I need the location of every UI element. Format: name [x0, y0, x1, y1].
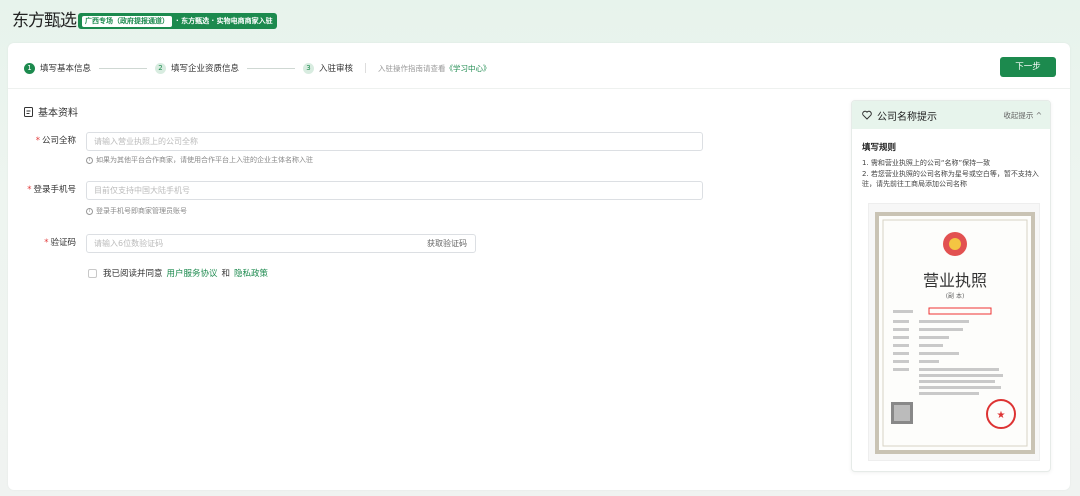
phone-hint: i 登录手机号即商家管理员账号 [86, 206, 187, 216]
phone-placeholder: 目前仅支持中国大陆手机号 [94, 186, 190, 195]
step-indicator: 1 填写基本信息 2 填写企业资质信息 3 入驻审核 入驻操作指南请查看《学习中… [24, 61, 491, 75]
main-panel: 1 填写基本信息 2 填写企业资质信息 3 入驻审核 入驻操作指南请查看《学习中… [8, 43, 1070, 490]
top-bar: 东方甄选 广西专场（政府提报通道） · 东方甄选 · 实物电商商家入驻 [0, 0, 1080, 40]
company-hint: i 如果为其他平台合作商家，请使用合作平台上入驻的企业主体名称入驻 [86, 155, 313, 165]
step-1: 1 填写基本信息 [24, 62, 91, 74]
tip-header: 公司名称提示 收起提示 ^ [852, 101, 1050, 129]
svg-text:★: ★ [997, 410, 1006, 421]
company-name-input[interactable]: 请输入营业执照上的公司全称 [86, 132, 703, 151]
step-label: 填写企业资质信息 [171, 64, 240, 74]
required-mark: * [44, 238, 49, 248]
step-connector [247, 67, 296, 69]
info-icon: i [86, 156, 93, 164]
guide-prefix: 入驻操作指南请查看 [378, 63, 446, 73]
info-icon: i [86, 207, 93, 215]
company-label-text: 公司全称 [41, 136, 76, 146]
logo: 东方甄选 [12, 6, 78, 34]
tip-title: 公司名称提示 [877, 111, 937, 123]
verification-code-input[interactable]: 请输入6位数验证码 获取验证码 [86, 234, 476, 253]
agreement-prefix: 我已阅读并同意 [103, 269, 163, 279]
agreement-and: 和 [221, 269, 231, 279]
required-mark: * [35, 136, 40, 146]
license-subtitle: (副 本) [946, 292, 965, 300]
document-icon [24, 106, 33, 117]
collapse-tip-button[interactable]: 收起提示 ^ [1003, 110, 1042, 121]
section-title-text: 基本资料 [38, 108, 78, 119]
privacy-policy-link[interactable]: 隐私政策 [234, 267, 268, 279]
step-label: 填写基本信息 [40, 64, 92, 74]
agreement-row: 我已阅读并同意 用户服务协议 和 隐私政策 [88, 267, 272, 279]
header-divider [8, 88, 1070, 89]
company-label: * 公司全称 [8, 132, 76, 151]
rules-title: 填写规则 [862, 143, 897, 153]
step-connector [99, 67, 148, 69]
step-3: 3 入驻审核 [303, 62, 353, 74]
step-number: 1 [24, 62, 35, 74]
required-mark: * [27, 185, 32, 195]
badge-text: · 东方甄选 · 实物电商商家入驻 [176, 17, 273, 25]
step-number: 2 [155, 62, 167, 74]
code-label: * 验证码 [8, 234, 76, 253]
divider [365, 63, 367, 73]
phone-label-text: 登录手机号 [33, 185, 76, 195]
next-step-button[interactable]: 下一步 [1000, 57, 1056, 77]
logo-text: 东方甄选 [12, 11, 77, 31]
step-2: 2 填写企业资质信息 [155, 62, 239, 74]
section-title: 基本资料 [24, 104, 78, 119]
phone-input[interactable]: 目前仅支持中国大陆手机号 [86, 181, 703, 200]
step-number: 3 [303, 62, 315, 74]
guide-text: 入驻操作指南请查看《学习中心》 [378, 63, 491, 74]
rule-1: 1. 需和营业执照上的公司“名称”保持一致 [862, 159, 991, 167]
license-illustration: 营业执照 (副 本) ★ [875, 212, 1035, 454]
code-placeholder: 请输入6位数验证码 [94, 239, 164, 248]
rule-2: 2. 若您营业执照的公司名称为星号或空白等，暂不支持入驻，请先前往工商局添加公司… [862, 170, 1039, 188]
company-placeholder: 请输入营业执照上的公司全称 [94, 137, 198, 146]
phone-label: * 登录手机号 [8, 181, 76, 200]
step-label: 入驻审核 [319, 64, 354, 74]
heart-shield-icon [862, 110, 872, 120]
phone-hint-text: 登录手机号即商家管理员账号 [96, 207, 187, 215]
license-title: 营业执照 [923, 271, 987, 290]
agreement-checkbox[interactable] [88, 268, 97, 278]
user-agreement-link[interactable]: 用户服务协议 [167, 267, 218, 279]
badge-chip: 广西专场（政府提报通道） [82, 15, 172, 27]
get-code-button[interactable]: 获取验证码 [427, 235, 467, 252]
learning-center-link[interactable]: 《学习中心》 [446, 64, 491, 73]
company-hint-text: 如果为其他平台合作商家，请使用合作平台上入驻的企业主体名称入驻 [96, 156, 313, 164]
channel-badge: 广西专场（政府提报通道） · 东方甄选 · 实物电商商家入驻 [78, 13, 277, 29]
license-sample-image: 营业执照 (副 本) ★ [868, 203, 1040, 461]
code-label-text: 验证码 [50, 238, 76, 248]
company-name-tip-card: 公司名称提示 收起提示 ^ 填写规则 1. 需和营业执照上的公司“名称”保持一致… [851, 100, 1051, 472]
